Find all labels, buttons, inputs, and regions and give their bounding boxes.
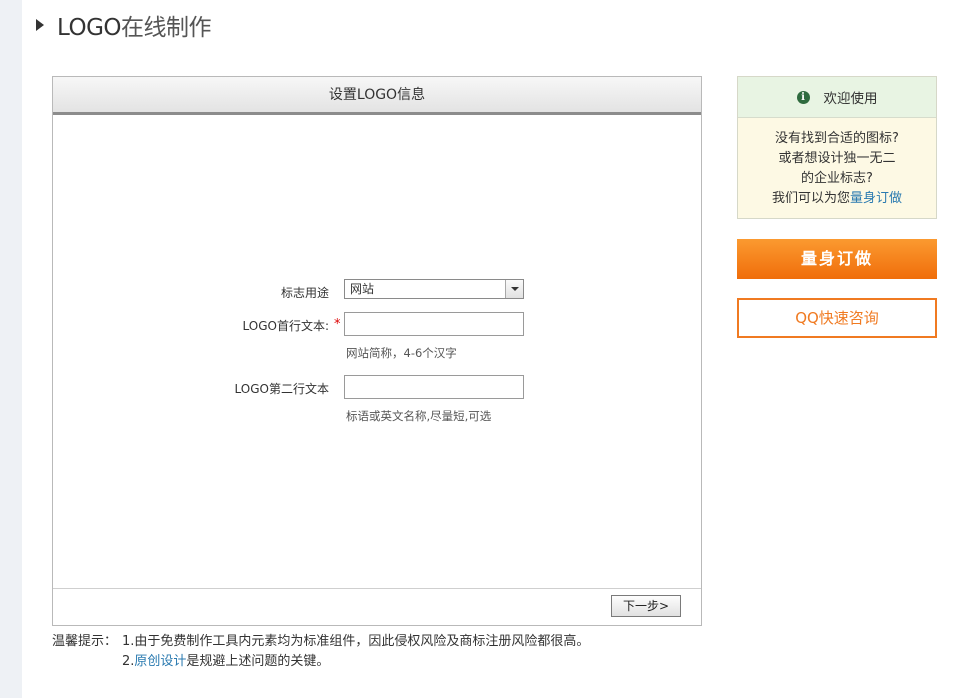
page-header: LOGO在线制作 <box>36 8 212 42</box>
welcome-line-4: 我们可以为您量身订做 <box>738 189 936 209</box>
tips-line-2: 2.原创设计是规避上述问题的关键。 <box>122 652 329 672</box>
welcome-line-4-prefix: 我们可以为您 <box>771 191 850 206</box>
welcome-line-3: 的企业标志? <box>801 171 873 186</box>
tips-row-1: 温馨提示： 1.由于免费制作工具内元素均为标准组件，因此侵权风险及商标注册风险都… <box>52 632 589 652</box>
panel-title: 设置LOGO信息 <box>53 77 701 115</box>
line2-hint: 标语或英文名称,尽量短,可选 <box>346 409 492 423</box>
welcome-body: 没有找到合适的图标? 或者想设计独一无二 的企业标志? 我们可以为您量身订做 <box>738 118 936 209</box>
tips-label: 温馨提示： <box>52 634 118 649</box>
usage-label: 标志用途 <box>280 286 329 300</box>
required-mark: * <box>334 317 341 332</box>
page-title-sub: 在线制作 <box>121 15 212 41</box>
tips-indent <box>52 652 122 672</box>
welcome-line-1: 没有找到合适的图标? <box>775 131 899 146</box>
line1-label: LOGO首行文本: <box>242 319 330 333</box>
page-title: LOGO在线制作 <box>57 8 212 42</box>
tips: 温馨提示： 1.由于免费制作工具内元素均为标准组件，因此侵权风险及商标注册风险都… <box>52 632 589 672</box>
custom-made-button[interactable]: 量身订做 <box>737 239 937 279</box>
custom-made-link[interactable]: 量身订做 <box>850 191 902 206</box>
welcome-box: i 欢迎使用 没有找到合适的图标? 或者想设计独一无二 的企业标志? 我们可以为… <box>737 76 937 219</box>
qq-consult-button[interactable]: QQ快速咨询 <box>737 298 937 338</box>
tips-line-2-prefix: 2. <box>122 654 135 669</box>
usage-select[interactable]: 网站 <box>344 279 524 299</box>
info-icon: i <box>796 90 810 104</box>
tips-line-2-suffix: 是规避上述问题的关键。 <box>186 654 330 669</box>
tips-row-2: 2.原创设计是规避上述问题的关键。 <box>52 652 589 672</box>
welcome-header: i 欢迎使用 <box>738 77 936 118</box>
line2-label: LOGO第二行文本 <box>234 382 329 396</box>
usage-selected-value: 网站 <box>350 282 375 296</box>
logo-settings-panel: 设置LOGO信息 标志用途 网站 LOGO首行文本: * 网站简称，4-6个汉字… <box>52 76 702 626</box>
panel-footer: 下一步> <box>53 588 701 625</box>
caret-right-icon <box>36 19 44 31</box>
welcome-title: 欢迎使用 <box>823 91 878 107</box>
line1-input[interactable] <box>344 312 524 336</box>
tips-line-1: 1.由于免费制作工具内元素均为标准组件，因此侵权风险及商标注册风险都很高。 <box>122 634 590 649</box>
next-step-button[interactable]: 下一步> <box>611 595 681 617</box>
line1-hint: 网站简称，4-6个汉字 <box>346 346 457 360</box>
chevron-down-icon[interactable] <box>505 280 523 298</box>
left-sidebar-strip <box>0 0 22 698</box>
line2-input[interactable] <box>344 375 524 399</box>
page-title-main: LOGO <box>57 15 122 41</box>
welcome-line-2: 或者想设计独一无二 <box>778 151 896 166</box>
original-design-link[interactable]: 原创设计 <box>134 654 186 669</box>
